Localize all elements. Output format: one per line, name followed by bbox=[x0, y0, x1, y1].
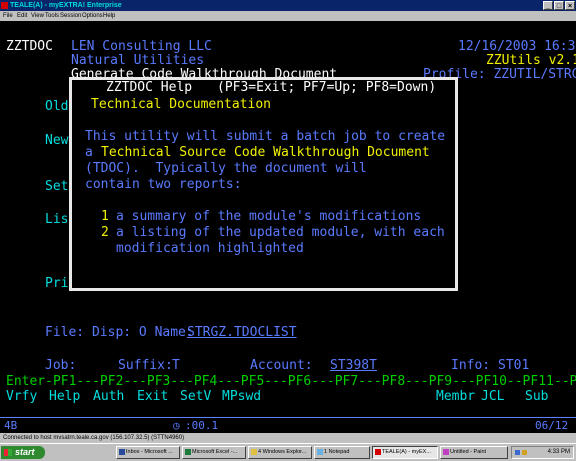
account-label: Account: bbox=[250, 358, 313, 373]
file-name-input[interactable]: STRGZ.TDOCLIST bbox=[187, 326, 567, 340]
menu-bar: File Edit View Tools Session Options Hel… bbox=[0, 11, 576, 21]
notepad-icon bbox=[317, 449, 323, 455]
taskbar-button-excel[interactable]: Microsoft Excel -... bbox=[182, 446, 246, 459]
excel-icon bbox=[185, 449, 191, 455]
pfkey-labels: Vrfy Help Auth Exit SetV MPswd Membr JCL… bbox=[0, 390, 576, 404]
file-label: File: Disp: O Name: bbox=[45, 325, 194, 340]
date-time: 12/16/2003 16:33 bbox=[458, 39, 576, 54]
popup-line-2-prefix: a bbox=[85, 145, 101, 160]
pfkey-auth[interactable]: Auth bbox=[93, 390, 124, 404]
taskbar-button-myextra[interactable]: TEALE(A) - myEX... bbox=[372, 446, 438, 459]
popup-item-2-number: 2 bbox=[101, 225, 109, 240]
pfkey-jcl[interactable]: JCL bbox=[481, 390, 504, 404]
file-row: File: Disp: O Name: STRGZ.TDOCLIST bbox=[0, 326, 576, 340]
start-button[interactable]: start bbox=[1, 446, 45, 459]
connection-status-bar: Connected to host mvsatrn.teale.ca.gov (… bbox=[0, 433, 576, 443]
menu-session[interactable]: Session bbox=[60, 11, 81, 21]
app-name: Natural Utilities bbox=[71, 53, 205, 68]
folder-icon bbox=[251, 449, 257, 455]
job-row: Job: Suffix: T Account: ST398T Info: ST0… bbox=[0, 359, 576, 373]
version: ZZUtils v2.1 bbox=[486, 53, 576, 68]
tray-clock: 4:33 PM bbox=[547, 449, 570, 455]
pfkey-mpswd[interactable]: MPswd bbox=[222, 390, 261, 404]
header-row-2: Natural Utilities ZZUtils v2.1 bbox=[0, 54, 576, 68]
menu-help[interactable]: Help bbox=[103, 11, 115, 21]
session-time: :00.1 bbox=[185, 419, 219, 432]
taskbar-button-paint[interactable]: Untitled - Paint bbox=[440, 446, 508, 459]
system-tray: 4:33 PM bbox=[511, 446, 574, 459]
menu-file[interactable]: File bbox=[3, 11, 13, 21]
status-indicator: 4B bbox=[4, 419, 18, 432]
pfkey-line: Enter-PF1---PF2---PF3---PF4---PF5---PF6-… bbox=[0, 375, 576, 389]
connection-text: Connected to host mvsatrn.teale.ca.gov (… bbox=[3, 435, 185, 441]
window-titlebar[interactable]: TEALE(A) - myEXTRA! Enterprise _ □ × bbox=[0, 0, 576, 11]
bg-label-old: Old bbox=[45, 99, 69, 114]
help-popup: ZZTDOC Help (PF3=Exit; PF7=Up; PF8=Down)… bbox=[69, 77, 458, 291]
cursor-position: 06/12 bbox=[535, 419, 569, 432]
volume-icon[interactable] bbox=[522, 450, 527, 455]
popup-header: ZZTDOC Help bbox=[106, 80, 193, 95]
menu-view[interactable]: View bbox=[31, 11, 44, 21]
pfkey-legend: Enter-PF1---PF2---PF3---PF4---PF5---PF6-… bbox=[6, 374, 576, 389]
info-input[interactable]: ST01 bbox=[498, 359, 529, 373]
header-row-1: ZZTDOC LEN Consulting LLC 12/16/2003 16:… bbox=[0, 40, 576, 54]
screen-id: ZZTDOC bbox=[6, 39, 53, 54]
job-label: Job: bbox=[45, 358, 77, 373]
clock-icon: ◷ bbox=[173, 419, 180, 432]
menu-tools[interactable]: Tools bbox=[45, 11, 59, 21]
windows-logo-icon bbox=[4, 449, 12, 456]
pfkey-help[interactable]: Help bbox=[49, 390, 80, 404]
start-label: start bbox=[15, 447, 35, 457]
pfkey-sub[interactable]: Sub bbox=[525, 390, 548, 404]
popup-item-2-text-cont: modification highlighted bbox=[116, 241, 304, 256]
popup-line-4: contain two reports: bbox=[85, 177, 242, 192]
maximize-icon[interactable]: □ bbox=[554, 1, 564, 10]
popup-pf-help: (PF3=Exit; PF7=Up; PF8=Down) bbox=[217, 80, 437, 95]
popup-title: Technical Documentation bbox=[91, 97, 272, 112]
window-title: TEALE(A) - myEXTRA! Enterprise bbox=[10, 2, 122, 9]
suffix-input[interactable]: T bbox=[172, 359, 180, 373]
oia-status-bar: 4B ◷ :00.1 06/12 bbox=[0, 417, 576, 433]
pfkey-setv[interactable]: SetV bbox=[180, 390, 211, 404]
popup-line-3: (TDOC). Typically the document will bbox=[85, 161, 367, 176]
emulator-window: TEALE(A) - myEXTRA! Enterprise _ □ × Fil… bbox=[0, 0, 576, 461]
taskbar-button-inbox[interactable]: Inbox - Microsoft ... bbox=[116, 446, 180, 459]
popup-item-2-text: a listing of the updated module, with ea… bbox=[116, 225, 445, 240]
network-icon[interactable] bbox=[515, 450, 520, 455]
minimize-icon[interactable]: _ bbox=[543, 1, 553, 10]
outlook-icon bbox=[119, 449, 125, 455]
app-icon bbox=[1, 2, 8, 9]
menu-options[interactable]: Options bbox=[82, 11, 103, 21]
company-name: LEN Consulting LLC bbox=[71, 39, 212, 54]
suffix-label: Suffix: bbox=[118, 358, 173, 373]
terminal-screen[interactable]: ZZTDOC LEN Consulting LLC 12/16/2003 16:… bbox=[0, 21, 576, 417]
pfkey-vrfy[interactable]: Vrfy bbox=[6, 390, 37, 404]
close-icon[interactable]: × bbox=[565, 1, 575, 10]
menu-edit[interactable]: Edit bbox=[17, 11, 27, 21]
bg-label-new: New bbox=[45, 133, 69, 148]
windows-taskbar: start Inbox - Microsoft ... Microsoft Ex… bbox=[0, 443, 576, 461]
pfkey-exit[interactable]: Exit bbox=[137, 390, 168, 404]
account-input[interactable]: ST398T bbox=[330, 359, 378, 373]
paint-icon bbox=[443, 449, 449, 455]
taskbar-button-explorer[interactable]: 4 Windows Explor... bbox=[248, 446, 312, 459]
bg-label-pri: Pri bbox=[45, 276, 69, 291]
info-label: Info: bbox=[451, 358, 491, 373]
bg-label-lis: Lis bbox=[45, 212, 69, 227]
popup-line-1: This utility will submit a batch job to … bbox=[85, 129, 446, 144]
terminal-icon bbox=[375, 449, 381, 455]
pfkey-membr[interactable]: Membr bbox=[436, 390, 475, 404]
popup-line-2-highlight: Technical Source Code Walkthrough Docume… bbox=[101, 145, 430, 160]
taskbar-button-notepad[interactable]: 1 Notepad bbox=[314, 446, 370, 459]
popup-item-1-number: 1 bbox=[101, 209, 109, 224]
bg-label-set: Set bbox=[45, 179, 69, 194]
popup-item-1-text: a summary of the module's modifications bbox=[116, 209, 422, 224]
